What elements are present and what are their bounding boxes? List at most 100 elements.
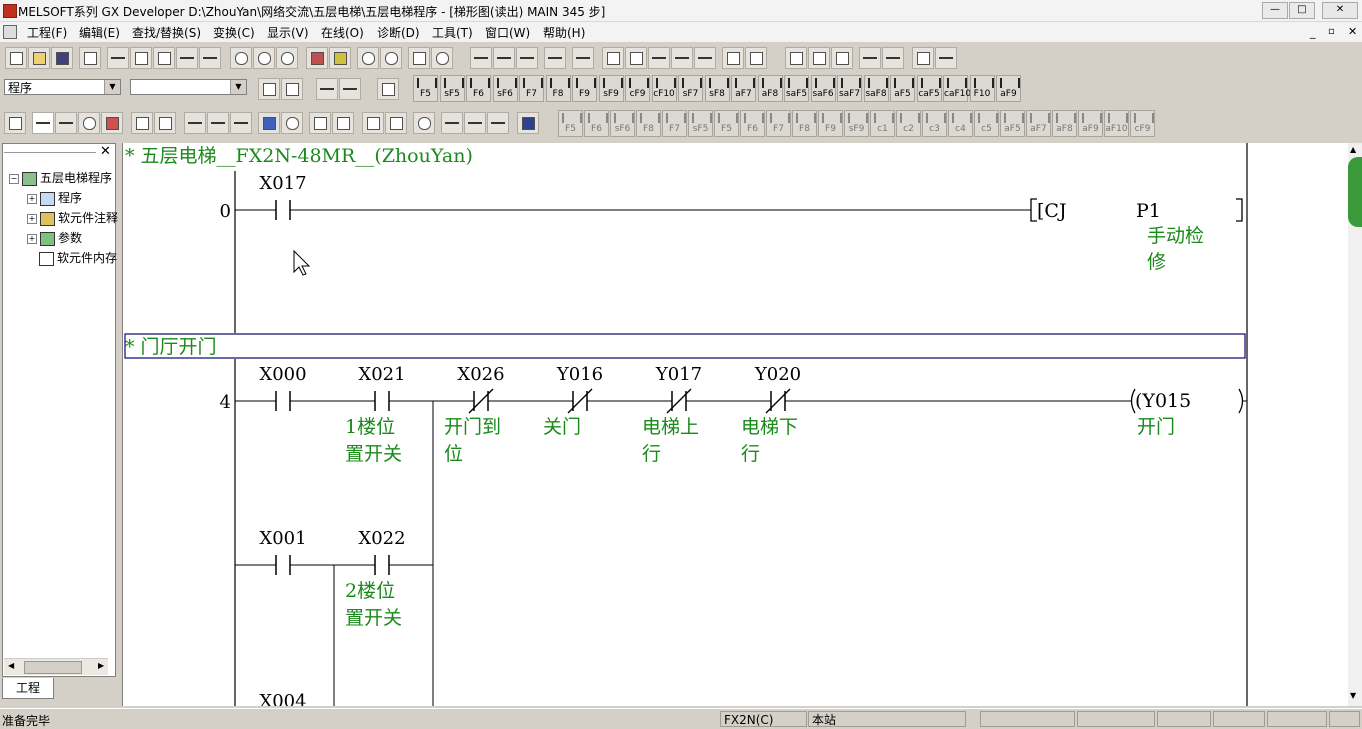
- doc-restore-button[interactable]: ▫: [1328, 26, 1335, 37]
- tab-project[interactable]: 工程: [2, 678, 54, 699]
- scroll-down-icon[interactable]: ▼: [1350, 691, 1356, 700]
- monitor-write-mode-icon[interactable]: [78, 112, 100, 134]
- menu-edit[interactable]: 编辑(E): [79, 24, 120, 41]
- tree-item-device-comment[interactable]: + 软元件注释: [27, 209, 118, 226]
- scroll-left-icon[interactable]: ◀: [8, 661, 14, 670]
- ladder-button-f7[interactable]: F7: [662, 110, 687, 137]
- ladder-button-f5[interactable]: F5: [714, 110, 739, 137]
- tree-horizontal-scrollbar[interactable]: ◀ ▶: [4, 658, 108, 675]
- ladder-button-af9[interactable]: aF9: [996, 75, 1021, 102]
- ladder-tool-4-icon[interactable]: [544, 47, 566, 69]
- ladder-button-f7[interactable]: F7: [766, 110, 791, 137]
- redo-icon[interactable]: [199, 47, 221, 69]
- pane-grip[interactable]: [4, 152, 96, 153]
- tool-o-icon[interactable]: [487, 112, 509, 134]
- menu-tools[interactable]: 工具(T): [432, 24, 473, 41]
- tool-f-icon[interactable]: [258, 112, 280, 134]
- expand-icon[interactable]: +: [27, 213, 37, 224]
- monitor-icon[interactable]: [357, 47, 379, 69]
- collapse-icon[interactable]: −: [9, 173, 19, 184]
- chevron-down-icon[interactable]: ▼: [230, 80, 246, 94]
- editor-vertical-scrollbar[interactable]: ▲ ▼: [1348, 143, 1362, 706]
- find-step-icon[interactable]: [276, 47, 298, 69]
- scroll-up-icon[interactable]: ▲: [1350, 145, 1356, 154]
- menu-online[interactable]: 在线(O): [321, 24, 364, 41]
- cut-icon[interactable]: [107, 47, 129, 69]
- doc-minimize-button[interactable]: _: [1310, 26, 1316, 39]
- ladder-button-cf9[interactable]: cF9: [1130, 110, 1155, 137]
- copy-icon[interactable]: [130, 47, 152, 69]
- ladder-button-af8[interactable]: aF8: [1052, 110, 1077, 137]
- tool-c-icon[interactable]: [184, 112, 206, 134]
- ladder-button-c5[interactable]: c5: [974, 110, 999, 137]
- error-icon[interactable]: [831, 47, 853, 69]
- tool-e-icon[interactable]: [230, 112, 252, 134]
- ladder-button-cf9[interactable]: cF9: [625, 75, 650, 102]
- tool-i-icon[interactable]: [332, 112, 354, 134]
- document-icon[interactable]: [3, 25, 17, 39]
- ladder-button-sf7[interactable]: sF7: [678, 75, 703, 102]
- tree-item-parameter[interactable]: + 参数: [27, 229, 82, 246]
- ladder-tool-6-icon[interactable]: [602, 47, 624, 69]
- ladder-button-f8[interactable]: F8: [792, 110, 817, 137]
- ladder-button-saf5[interactable]: saF5: [784, 75, 809, 102]
- menu-diagnostics[interactable]: 诊断(D): [377, 24, 420, 41]
- scroll-thumb[interactable]: [1348, 157, 1362, 227]
- read-plc-icon[interactable]: [329, 47, 351, 69]
- chevron-down-icon[interactable]: ▼: [104, 80, 120, 94]
- tree-root[interactable]: − 五层电梯程序: [9, 169, 112, 186]
- program-list-icon[interactable]: [258, 78, 280, 100]
- ladder-button-sf6[interactable]: sF6: [492, 75, 518, 102]
- ladder-tool-12-icon[interactable]: [745, 47, 767, 69]
- menu-help[interactable]: 帮助(H): [543, 24, 585, 41]
- tool-d-icon[interactable]: [207, 112, 229, 134]
- ladder-button-sf9[interactable]: sF9: [844, 110, 869, 137]
- ladder-button-sf5[interactable]: sF5: [688, 110, 713, 137]
- monitor-mode-icon[interactable]: [55, 112, 77, 134]
- ladder-tool-3-icon[interactable]: [516, 47, 538, 69]
- ladder-button-f9[interactable]: F9: [818, 110, 843, 137]
- ladder-button-saf6[interactable]: saF6: [810, 75, 836, 102]
- save-icon[interactable]: [51, 47, 73, 69]
- doc-close-button[interactable]: ✕: [1348, 25, 1357, 38]
- ladder-button-f6[interactable]: F6: [740, 110, 765, 137]
- ladder-list-icon[interactable]: [377, 78, 399, 100]
- ladder-button-c1[interactable]: c1: [870, 110, 895, 137]
- maximize-button[interactable]: □: [1289, 2, 1315, 19]
- sfc-tool-2-icon[interactable]: [808, 47, 830, 69]
- tool-n-icon[interactable]: [464, 112, 486, 134]
- ladder-editor[interactable]: * 五层电梯__FX2N-48MR__(ZhouYan) 0 X017 [CJ …: [122, 143, 1349, 712]
- ladder-tool-7-icon[interactable]: [625, 47, 647, 69]
- write-mode-icon[interactable]: [32, 112, 54, 134]
- menu-window[interactable]: 窗口(W): [485, 24, 530, 41]
- scroll-right-icon[interactable]: ▶: [98, 661, 104, 670]
- entry-monitor-icon[interactable]: [431, 47, 453, 69]
- tool-j-icon[interactable]: [362, 112, 384, 134]
- ladder-tool-5-icon[interactable]: [572, 47, 594, 69]
- ladder-button-f9[interactable]: F9: [572, 75, 597, 102]
- tree-toggle-icon[interactable]: [281, 78, 303, 100]
- minimize-button[interactable]: —: [1262, 2, 1288, 19]
- print-icon[interactable]: [79, 47, 101, 69]
- ladder-tool-2-icon[interactable]: [493, 47, 515, 69]
- undo-icon[interactable]: [176, 47, 198, 69]
- ladder-button-saf8[interactable]: saF8: [863, 75, 889, 102]
- write-plc-icon[interactable]: [306, 47, 328, 69]
- comment-mode-icon[interactable]: [316, 78, 338, 100]
- ladder-button-saf7[interactable]: saF7: [837, 75, 862, 102]
- ladder-button-caf10[interactable]: caF10: [943, 75, 971, 102]
- ladder-button-af9[interactable]: aF9: [1078, 110, 1103, 137]
- tool-g-icon[interactable]: [281, 112, 303, 134]
- tool-h-icon[interactable]: [309, 112, 331, 134]
- ladder-button-f10[interactable]: F10: [969, 75, 995, 102]
- ladder-button-f6[interactable]: F6: [584, 110, 609, 137]
- menu-view[interactable]: 显示(V): [267, 24, 309, 41]
- tool-l-icon[interactable]: [413, 112, 435, 134]
- data-type-select[interactable]: 程序 ▼: [4, 79, 121, 95]
- ladder-button-af8[interactable]: aF8: [757, 75, 783, 102]
- sfc-tool-4-icon[interactable]: [859, 47, 881, 69]
- ladder-button-sf6[interactable]: sF6: [610, 110, 635, 137]
- menu-find-replace[interactable]: 查找/替换(S): [132, 24, 201, 41]
- ladder-tool-1-icon[interactable]: [470, 47, 492, 69]
- tool-m-icon[interactable]: [441, 112, 463, 134]
